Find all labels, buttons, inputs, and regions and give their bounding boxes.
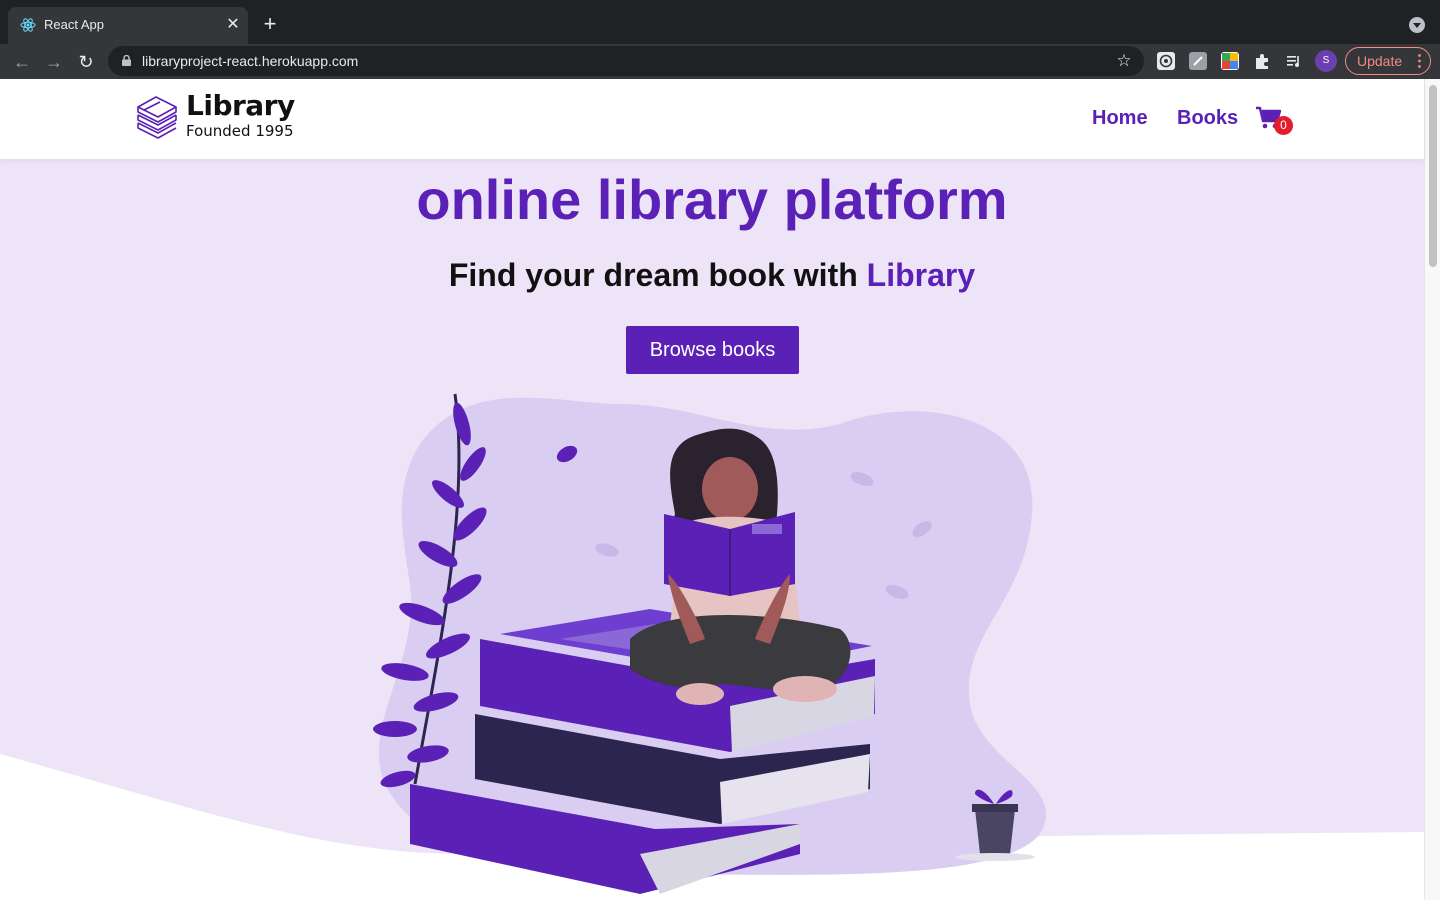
books-logo-icon — [137, 96, 177, 139]
extension-icon[interactable] — [1157, 52, 1175, 70]
cart-button[interactable]: 0 — [1256, 106, 1294, 136]
extension-icon[interactable] — [1221, 52, 1239, 70]
react-favicon-icon — [20, 18, 36, 32]
star-icon[interactable]: ☆ — [1114, 51, 1134, 71]
update-label: Update — [1357, 53, 1403, 69]
hero-subtitle-accent: Library — [866, 257, 976, 293]
tab-strip: React App ✕ + — [0, 0, 1440, 44]
logo-subtitle: Founded 1995 — [186, 122, 294, 140]
page-scrollbar[interactable] — [1424, 79, 1440, 900]
forward-icon[interactable]: → — [40, 48, 68, 76]
scrollbar-thumb[interactable] — [1429, 85, 1437, 267]
hero-subtitle-text: Find your dream book with — [448, 257, 867, 293]
hero-section: online library platform Find your dream … — [0, 159, 1424, 900]
more-vert-icon — [1418, 54, 1421, 68]
hero-subtitle: Find your dream book with Library — [0, 257, 1424, 294]
logo-title: Library — [186, 89, 295, 122]
browse-books-button[interactable]: Browse books — [626, 326, 799, 374]
url-text: libraryproject-react.herokuapp.com — [142, 53, 359, 69]
plus-icon[interactable]: + — [258, 13, 282, 37]
site-logo[interactable]: Library Founded 1995 — [136, 89, 306, 147]
cart-count-badge: 0 — [1274, 116, 1293, 135]
lock-icon — [122, 55, 131, 66]
avatar[interactable]: S — [1315, 50, 1337, 72]
browser-tab[interactable]: React App ✕ — [8, 7, 248, 44]
extension-icon[interactable] — [1189, 52, 1207, 70]
hero-title: online library platform — [416, 168, 1008, 231]
puzzle-icon[interactable] — [1253, 52, 1271, 70]
nav-home-link[interactable]: Home — [1092, 107, 1148, 130]
site-navbar: Library Founded 1995 Home Books 0 — [0, 79, 1424, 159]
tab-search-icon[interactable] — [1409, 17, 1425, 33]
address-bar[interactable]: libraryproject-react.herokuapp.com ☆ — [108, 46, 1144, 76]
nav-books-link[interactable]: Books — [1177, 107, 1238, 130]
close-icon[interactable]: ✕ — [224, 16, 242, 34]
page-viewport: Library Founded 1995 Home Books 0 online… — [0, 79, 1440, 900]
media-icon[interactable] — [1285, 52, 1303, 70]
reading-woman-illustration — [0, 393, 1424, 900]
back-icon[interactable]: ← — [8, 48, 36, 76]
update-button[interactable]: Update — [1345, 47, 1431, 75]
reload-icon[interactable]: ↻ — [72, 48, 100, 76]
tab-title: React App — [44, 17, 104, 32]
browser-toolbar: ← → ↻ libraryproject-react.herokuapp.com… — [0, 44, 1440, 79]
